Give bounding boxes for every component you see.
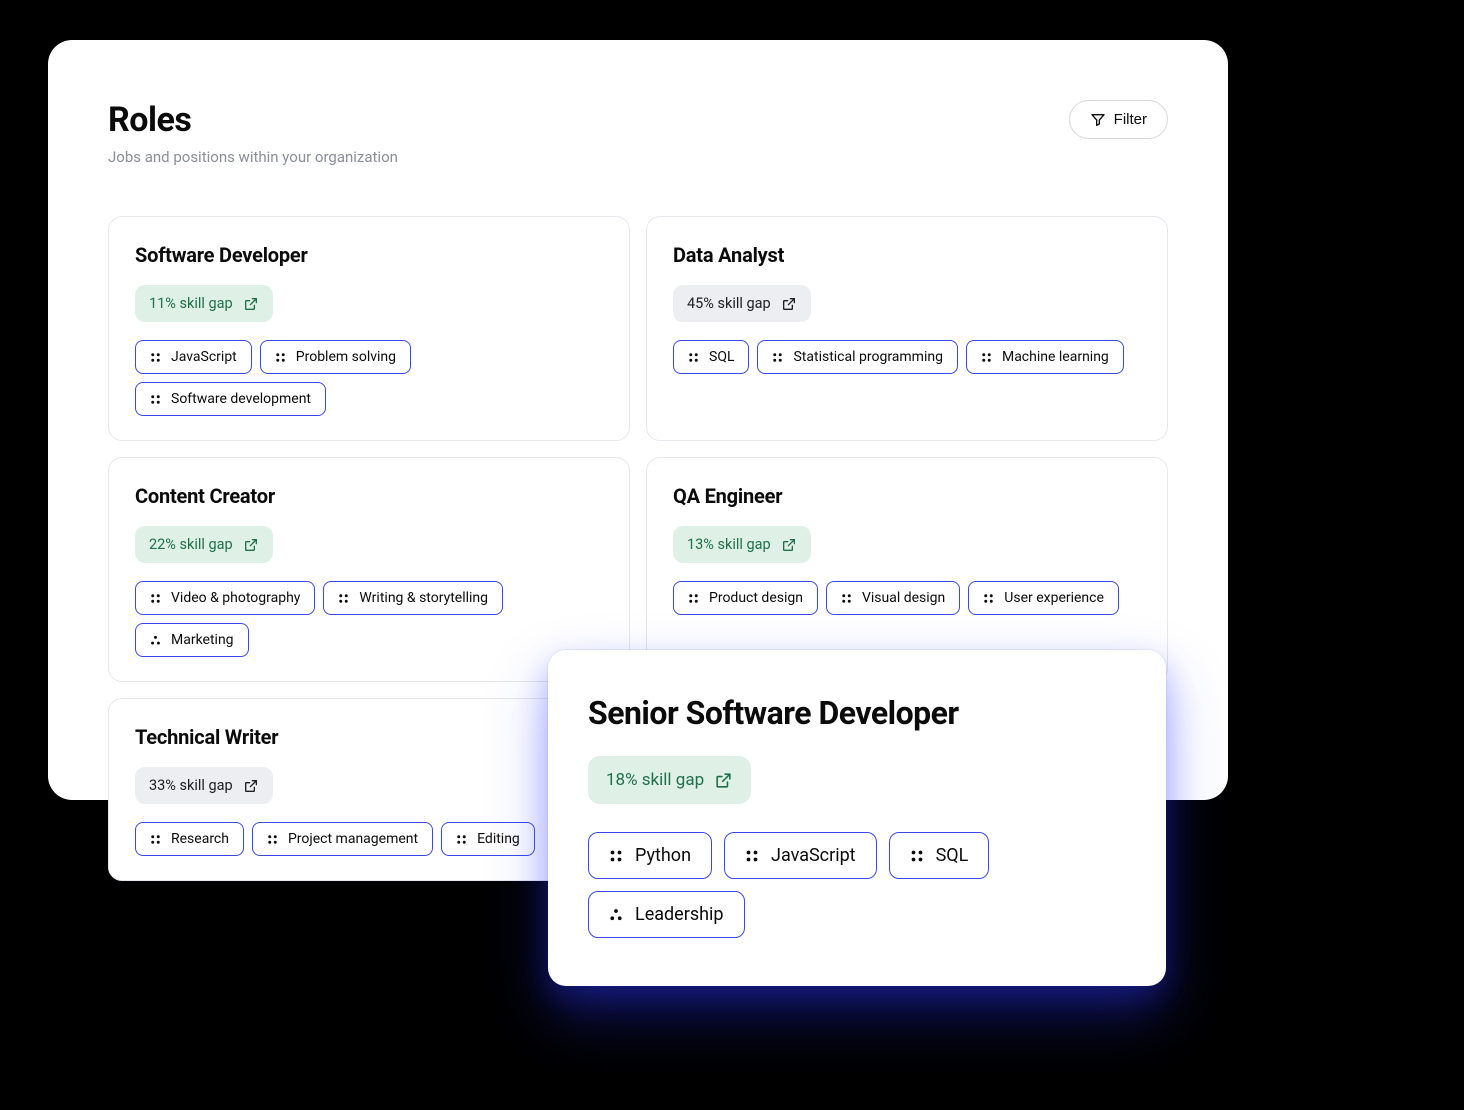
skill-dots-icon bbox=[338, 593, 349, 604]
skill-dots-icon bbox=[609, 908, 623, 922]
external-link-icon bbox=[243, 537, 259, 553]
skill-dots-icon bbox=[150, 394, 161, 405]
skill-chip[interactable]: Video & photography bbox=[135, 581, 315, 615]
skill-chip-label: Statistical programming bbox=[793, 349, 942, 365]
role-title: QA Engineer bbox=[673, 484, 1141, 508]
skill-chip-label: User experience bbox=[1004, 590, 1104, 606]
skill-dots-icon bbox=[150, 352, 161, 363]
external-link-icon bbox=[781, 537, 797, 553]
featured-role-title: Senior Software Developer bbox=[588, 694, 1126, 732]
external-link-icon bbox=[714, 771, 733, 790]
skill-chip[interactable]: Statistical programming bbox=[757, 340, 957, 374]
skill-chip[interactable]: JavaScript bbox=[135, 340, 252, 374]
filter-button-label: Filter bbox=[1114, 111, 1147, 128]
skill-chip[interactable]: Software development bbox=[135, 382, 326, 416]
skill-chip[interactable]: Leadership bbox=[588, 891, 745, 938]
skill-dots-icon bbox=[688, 352, 699, 363]
skill-chip-label: Python bbox=[635, 845, 691, 866]
skill-chip-label: Visual design bbox=[862, 590, 945, 606]
role-title: Data Analyst bbox=[673, 243, 1141, 267]
filter-button[interactable]: Filter bbox=[1069, 100, 1168, 139]
funnel-icon bbox=[1090, 112, 1106, 128]
skill-chip-label: Product design bbox=[709, 590, 803, 606]
skill-dots-icon bbox=[456, 834, 467, 845]
skill-chip-label: Project management bbox=[288, 831, 418, 847]
skill-chip-label: Software development bbox=[171, 391, 311, 407]
panel-header: Roles Jobs and positions within your org… bbox=[108, 100, 1168, 166]
skill-chip-label: SQL bbox=[709, 349, 734, 365]
role-card: Content Creator 22% skill gap Video & phot… bbox=[108, 457, 630, 682]
external-link-icon bbox=[781, 296, 797, 312]
skill-chip[interactable]: Project management bbox=[252, 822, 433, 856]
skill-dots-icon bbox=[275, 352, 286, 363]
skill-chip-row: JavaScript Problem solving Software develo… bbox=[135, 340, 603, 416]
skill-dots-icon bbox=[150, 635, 161, 646]
skill-gap-badge[interactable]: 13% skill gap bbox=[673, 526, 811, 563]
external-link-icon bbox=[243, 778, 259, 794]
skill-chip-label: Video & photography bbox=[171, 590, 300, 606]
page-subtitle: Jobs and positions within your organizat… bbox=[108, 148, 398, 166]
role-title: Software Developer bbox=[135, 243, 603, 267]
skill-chip-label: Writing & storytelling bbox=[359, 590, 488, 606]
skill-chip-label: Leadership bbox=[635, 904, 724, 925]
skill-chip-row: Research Project management Editing bbox=[135, 822, 603, 856]
skill-chip-row: SQL Statistical programming Machine learni… bbox=[673, 340, 1141, 374]
external-link-icon bbox=[243, 296, 259, 312]
page-title: Roles bbox=[108, 100, 398, 140]
skill-dots-icon bbox=[983, 593, 994, 604]
skill-chip-label: Machine learning bbox=[1002, 349, 1109, 365]
role-title: Content Creator bbox=[135, 484, 603, 508]
role-title: Technical Writer bbox=[135, 725, 603, 749]
skill-dots-icon bbox=[267, 834, 278, 845]
skill-gap-text: 22% skill gap bbox=[149, 536, 233, 553]
skill-chip[interactable]: Visual design bbox=[826, 581, 960, 615]
role-card: Data Analyst 45% skill gap SQL Statistical … bbox=[646, 216, 1168, 441]
skill-chip-label: JavaScript bbox=[171, 349, 237, 365]
featured-role-card: Senior Software Developer 18% skill gap … bbox=[548, 650, 1166, 986]
skill-gap-text: 18% skill gap bbox=[606, 770, 704, 790]
skill-gap-badge[interactable]: 33% skill gap bbox=[135, 767, 273, 804]
skill-chip-label: Research bbox=[171, 831, 229, 847]
role-card: QA Engineer 13% skill gap Product design Vi… bbox=[646, 457, 1168, 682]
skill-gap-text: 45% skill gap bbox=[687, 295, 771, 312]
skill-chip-label: Editing bbox=[477, 831, 520, 847]
skill-dots-icon bbox=[772, 352, 783, 363]
skill-chip[interactable]: SQL bbox=[673, 340, 749, 374]
skill-chip[interactable]: Writing & storytelling bbox=[323, 581, 503, 615]
skill-dots-icon bbox=[981, 352, 992, 363]
skill-chip[interactable]: Research bbox=[135, 822, 244, 856]
skill-gap-text: 13% skill gap bbox=[687, 536, 771, 553]
skill-dots-icon bbox=[150, 593, 161, 604]
featured-skill-row: Python JavaScript SQL Leadership bbox=[588, 832, 1126, 938]
skill-chip-row: Video & photography Writing & storytellin… bbox=[135, 581, 603, 657]
skill-dots-icon bbox=[150, 834, 161, 845]
skill-chip-label: Marketing bbox=[171, 632, 234, 648]
skill-chip[interactable]: Python bbox=[588, 832, 712, 879]
skill-chip[interactable]: User experience bbox=[968, 581, 1119, 615]
header-text-block: Roles Jobs and positions within your org… bbox=[108, 100, 398, 166]
role-card: Software Developer 11% skill gap JavaScrip… bbox=[108, 216, 630, 441]
skill-dots-icon bbox=[609, 849, 623, 863]
skill-dots-icon bbox=[841, 593, 852, 604]
skill-chip-row: Product design Visual design User experien… bbox=[673, 581, 1141, 615]
skill-chip[interactable]: Machine learning bbox=[966, 340, 1124, 374]
skill-chip[interactable]: SQL bbox=[889, 832, 990, 879]
skill-chip[interactable]: JavaScript bbox=[724, 832, 877, 879]
skill-chip[interactable]: Problem solving bbox=[260, 340, 411, 374]
skill-dots-icon bbox=[688, 593, 699, 604]
skill-gap-badge[interactable]: 11% skill gap bbox=[135, 285, 273, 322]
skill-dots-icon bbox=[910, 849, 924, 863]
skill-gap-badge[interactable]: 22% skill gap bbox=[135, 526, 273, 563]
skill-gap-badge[interactable]: 45% skill gap bbox=[673, 285, 811, 322]
skill-dots-icon bbox=[745, 849, 759, 863]
skill-gap-text: 11% skill gap bbox=[149, 295, 233, 312]
skill-gap-badge[interactable]: 18% skill gap bbox=[588, 756, 751, 804]
skill-chip[interactable]: Editing bbox=[441, 822, 535, 856]
skill-chip-label: Problem solving bbox=[296, 349, 396, 365]
skill-gap-text: 33% skill gap bbox=[149, 777, 233, 794]
skill-chip[interactable]: Product design bbox=[673, 581, 818, 615]
skill-chip-label: SQL bbox=[936, 845, 969, 866]
skill-chip-label: JavaScript bbox=[771, 845, 856, 866]
skill-chip[interactable]: Marketing bbox=[135, 623, 249, 657]
